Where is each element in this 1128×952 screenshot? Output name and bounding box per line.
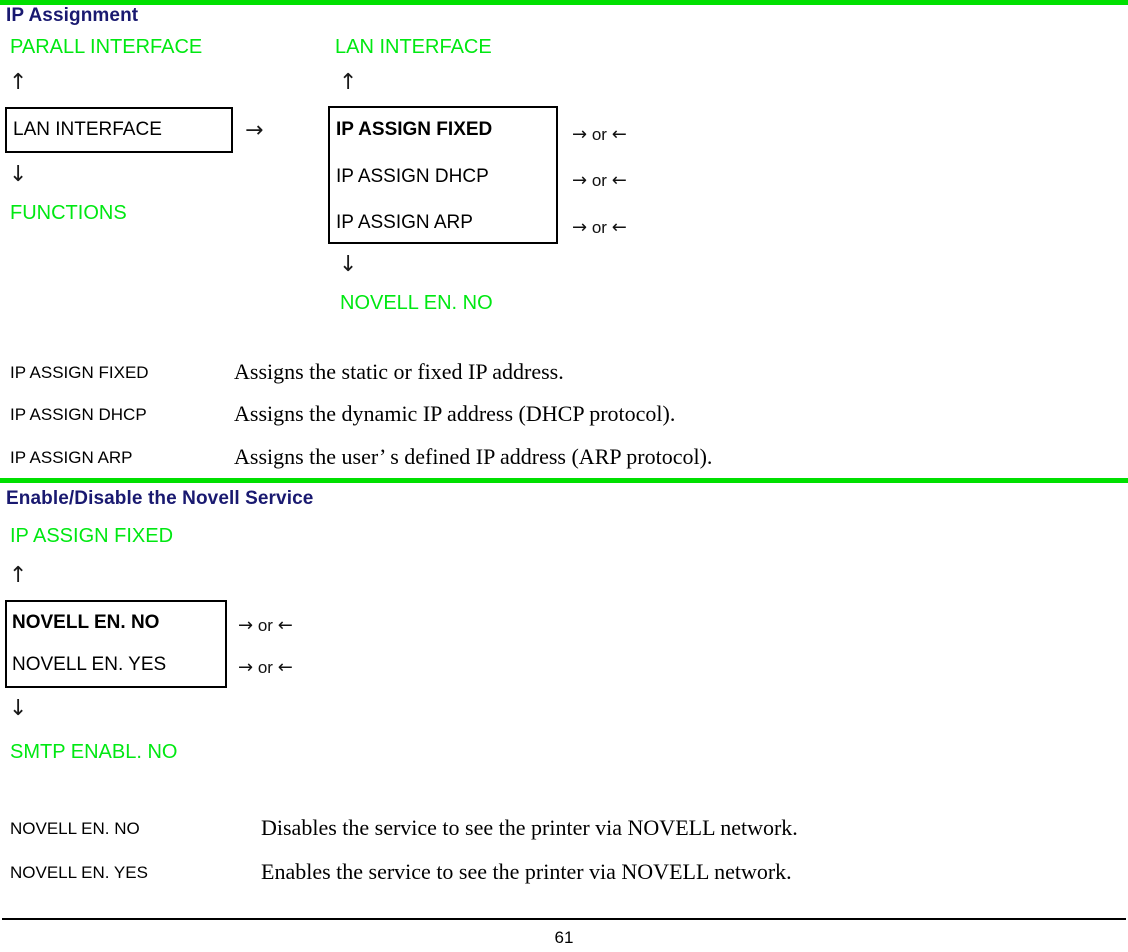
desc-text-novell-en-no: Disables the service to see the printer … (261, 815, 798, 840)
parent-label-parall-interface: PARALL INTERFACE (10, 36, 203, 58)
up-arrow-icon-novell: ↑ (9, 563, 28, 588)
parent-label-ip-assign-fixed: IP ASSIGN FIXED (10, 525, 174, 547)
menu-item-ip-assign-arp[interactable]: IP ASSIGN ARP (336, 212, 473, 234)
next-label-functions: FUNCTIONS (10, 202, 127, 224)
section-green-divider (0, 478, 1128, 483)
key-hint-ip-assign-arp: → or ← (572, 219, 627, 237)
down-arrow-icon-right: ↓ (339, 252, 358, 277)
left-arrow-icon: ← (277, 615, 293, 636)
right-arrow-icon: → (572, 170, 588, 191)
or-word: or (591, 125, 607, 144)
menu-item-ip-assign-fixed[interactable]: IP ASSIGN FIXED (336, 119, 492, 141)
desc-term-novell-en-no: NOVELL EN. NO (10, 819, 140, 838)
left-arrow-icon: ← (277, 657, 293, 678)
desc-term-novell-en-yes: NOVELL EN. YES (10, 863, 148, 882)
right-arrow-icon: → (238, 657, 254, 678)
or-word: or (257, 658, 273, 677)
down-arrow-icon-novell: ↓ (9, 696, 28, 721)
desc-term-ip-assign-fixed: IP ASSIGN FIXED (10, 363, 149, 382)
left-arrow-icon: ← (611, 124, 627, 145)
key-hint-novell-en-yes: → or ← (238, 659, 293, 677)
right-arrow-icon: → (572, 124, 588, 145)
desc-term-ip-assign-arp: IP ASSIGN ARP (10, 448, 133, 467)
up-arrow-icon-right: ↑ (339, 70, 358, 95)
right-arrow-icon: → (572, 217, 588, 238)
next-label-smtp-enabl-no: SMTP ENABL. NO (10, 741, 178, 763)
desc-text-novell-en-yes: Enables the service to see the printer v… (261, 859, 792, 884)
page-title-ip-assignment: IP Assignment (6, 5, 139, 26)
key-hint-ip-assign-fixed: → or ← (572, 126, 627, 144)
top-green-divider (0, 0, 1128, 5)
key-hint-novell-en-no: → or ← (238, 617, 293, 635)
down-arrow-icon-left: ↓ (9, 162, 28, 187)
desc-text-ip-assign-dhcp: Assigns the dynamic IP address (DHCP pro… (234, 401, 676, 426)
parent-label-lan-interface: LAN INTERFACE (335, 36, 492, 58)
right-arrow-icon-transition: → (245, 118, 264, 143)
desc-term-ip-assign-dhcp: IP ASSIGN DHCP (10, 405, 147, 424)
desc-text-ip-assign-fixed: Assigns the static or fixed IP address. (234, 359, 564, 384)
or-word: or (257, 616, 273, 635)
up-arrow-icon-left: ↑ (9, 70, 28, 95)
desc-text-ip-assign-arp: Assigns the user’ s defined IP address (… (234, 444, 713, 469)
or-word: or (591, 171, 607, 190)
key-hint-ip-assign-dhcp: → or ← (572, 172, 627, 190)
or-word: or (591, 218, 607, 237)
next-label-novell-en-no: NOVELL EN. NO (340, 292, 493, 314)
page-number: 61 (554, 928, 574, 947)
menu-item-lan-interface[interactable]: LAN INTERFACE (13, 119, 162, 141)
left-arrow-icon: ← (611, 217, 627, 238)
footer-divider (2, 918, 1126, 920)
menu-item-novell-en-no[interactable]: NOVELL EN. NO (12, 612, 159, 634)
menu-item-novell-en-yes[interactable]: NOVELL EN. YES (12, 654, 166, 676)
page-title-novell-service: Enable/Disable the Novell Service (6, 488, 314, 509)
menu-item-ip-assign-dhcp[interactable]: IP ASSIGN DHCP (336, 166, 489, 188)
left-arrow-icon: ← (611, 170, 627, 191)
right-arrow-icon: → (238, 615, 254, 636)
